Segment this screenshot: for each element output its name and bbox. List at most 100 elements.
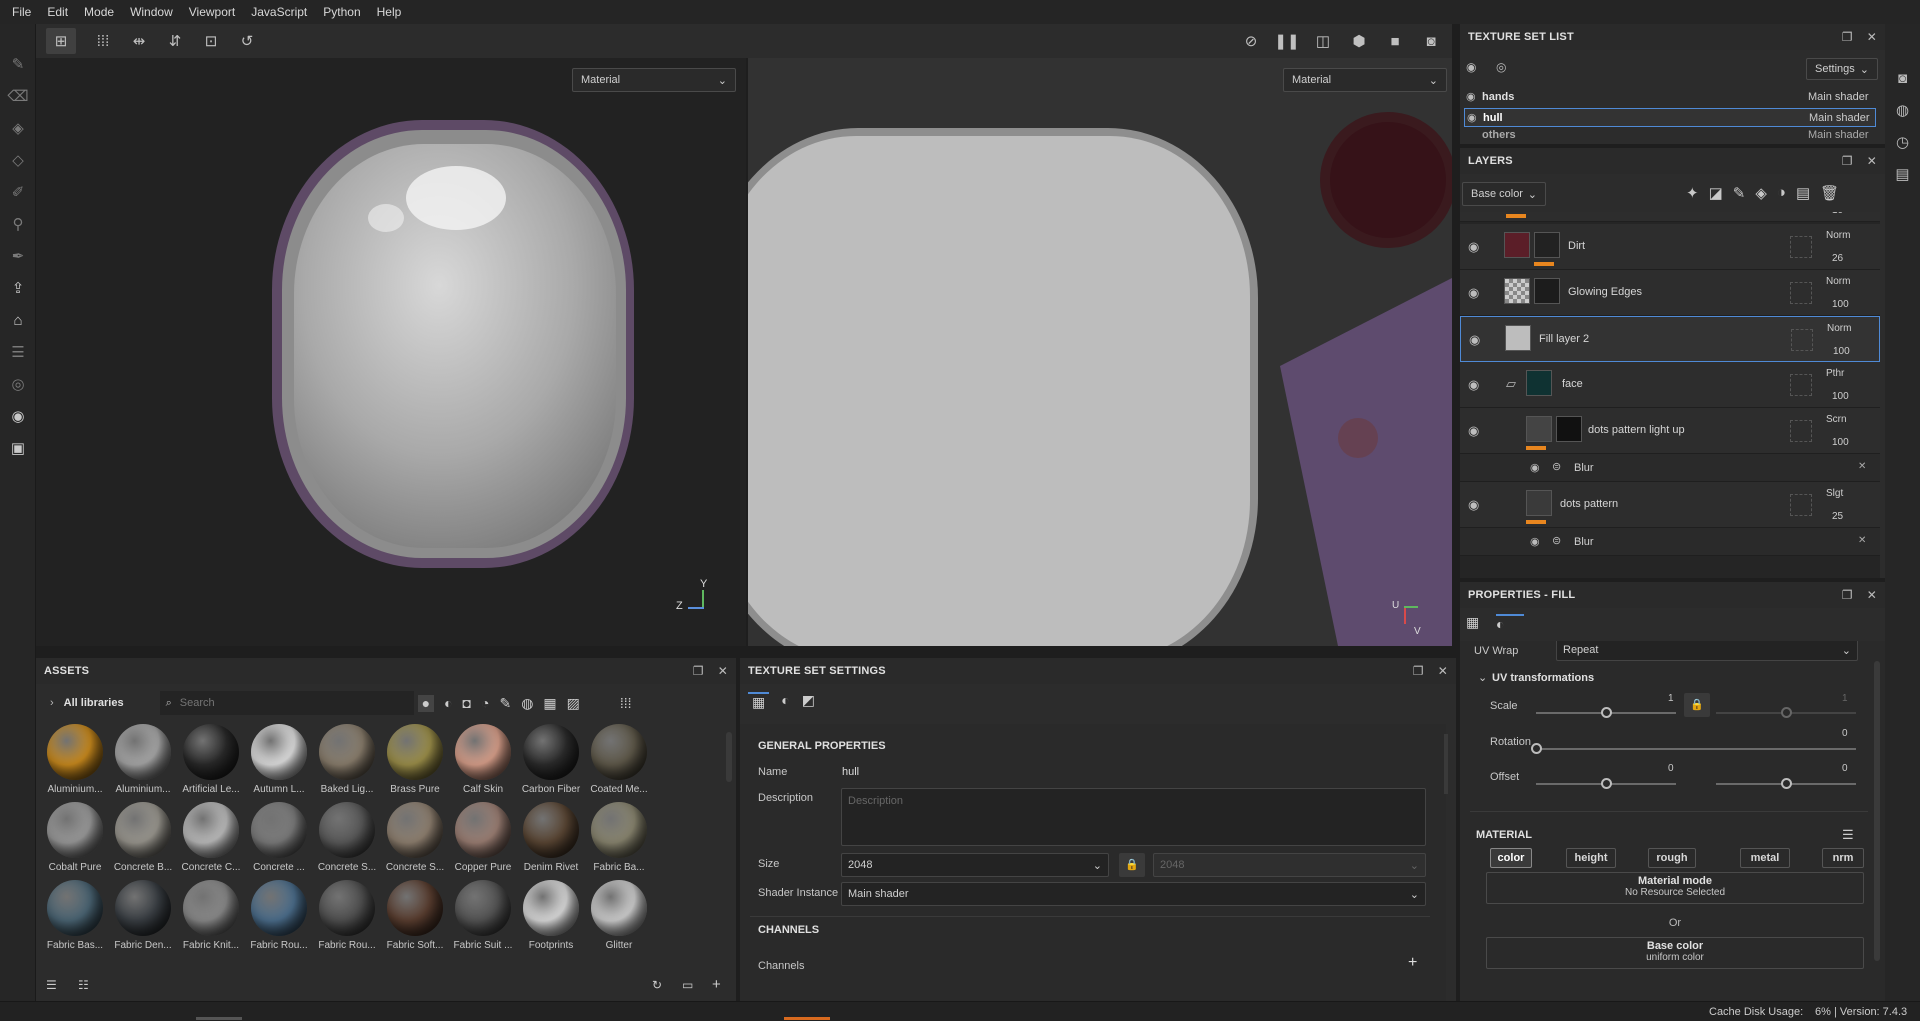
asset-tile[interactable]: Fabric Suit ...: [450, 880, 516, 951]
alphas-filter-icon[interactable]: ◍: [521, 695, 533, 712]
asset-tile[interactable]: Cobalt Pure: [42, 802, 108, 873]
asset-tile[interactable]: Glitter: [586, 880, 652, 951]
offset-knob-b[interactable]: [1781, 778, 1792, 789]
asset-tile[interactable]: Concrete S...: [314, 802, 380, 873]
channel-height-button[interactable]: height: [1566, 848, 1616, 868]
lock-icon[interactable]: 🔒: [1119, 853, 1145, 877]
log-icon[interactable]: ▤: [1885, 158, 1920, 190]
layer-blend[interactable]: Scrn: [1826, 414, 1847, 425]
layer-opacity[interactable]: 100: [1832, 437, 1849, 448]
viewport-right-mode-select[interactable]: Material ⌄: [1283, 68, 1447, 92]
menu-item[interactable]: Window: [122, 0, 181, 24]
fill-layer-icon[interactable]: ◈: [1755, 184, 1767, 202]
eye-icon[interactable]: ◉: [1530, 535, 1540, 548]
asset-tile[interactable]: Denim Rivet: [518, 802, 584, 873]
refresh-icon[interactable]: ↻: [652, 978, 662, 992]
texture-set-item-selected[interactable]: ◉ hull Main shader: [1464, 108, 1876, 127]
menu-item[interactable]: Help: [369, 0, 410, 24]
float-icon[interactable]: ❐: [1842, 30, 1853, 44]
asset-tile[interactable]: Fabric Rou...: [246, 880, 312, 951]
masks-filter-icon[interactable]: ◘: [463, 695, 471, 712]
layer-opacity[interactable]: 100: [1833, 346, 1850, 357]
asset-tile[interactable]: Copper Pure: [450, 802, 516, 873]
generators-filter-icon[interactable]: ◔: [481, 695, 489, 712]
asset-tile[interactable]: Carbon Fiber: [518, 724, 584, 795]
scrollbar[interactable]: [726, 732, 732, 782]
asset-tile[interactable]: Fabric Bas...: [42, 880, 108, 951]
chevron-right-icon[interactable]: ›: [50, 697, 54, 709]
viewport-3d[interactable]: Material ⌄ Y Z: [36, 58, 746, 646]
search-box[interactable]: ⌕: [159, 691, 414, 715]
menu-item[interactable]: JavaScript: [243, 0, 315, 24]
float-icon[interactable]: ❐: [1842, 154, 1853, 168]
layer-row-selected[interactable]: ◉ Fill layer 2 Norm 100: [1460, 316, 1880, 362]
eraser-icon[interactable]: ⌫: [0, 80, 36, 112]
float-icon[interactable]: ❐: [1413, 664, 1424, 678]
asset-tile[interactable]: Brass Pure: [382, 724, 448, 795]
layer-row[interactable]: ◉ Glowing Edges Norm 100: [1460, 270, 1880, 316]
effects-icon[interactable]: ✦: [1686, 184, 1699, 202]
menu-item[interactable]: Mode: [76, 0, 122, 24]
split-view-icon[interactable]: ◫: [1308, 28, 1338, 54]
eye-icon[interactable]: ◉: [1468, 239, 1479, 255]
search-input[interactable]: [179, 697, 380, 709]
asset-tile[interactable]: Artificial Le...: [178, 724, 244, 795]
float-icon[interactable]: ❐: [1842, 588, 1853, 602]
asset-tile[interactable]: Aluminium...: [42, 724, 108, 795]
display-settings-icon[interactable]: ☰: [0, 336, 36, 368]
scrollbar[interactable]: [1444, 734, 1448, 794]
brushes-filter-icon[interactable]: ✎: [499, 695, 511, 712]
layer-row-folder[interactable]: ◉ ▱ face Pthr 100: [1460, 362, 1880, 408]
add-channel-icon[interactable]: +: [1408, 954, 1417, 972]
settings-tab-icon[interactable]: ▦: [1466, 614, 1494, 638]
asset-tile[interactable]: Calf Skin: [450, 724, 516, 795]
bake-tab-icon[interactable]: ◐: [781, 692, 789, 711]
color-picker-icon[interactable]: ✒: [0, 240, 36, 272]
name-value[interactable]: hull: [842, 766, 859, 778]
eye-icon[interactable]: ◉: [1530, 461, 1540, 474]
asset-tile[interactable]: Coated Me...: [586, 724, 652, 795]
export-icon[interactable]: ⇪: [0, 272, 36, 304]
layer-row[interactable]: ◉ dots pattern light up Scrn 100: [1460, 408, 1880, 454]
polygon-fill-icon[interactable]: ◇: [0, 144, 36, 176]
asset-tile[interactable]: Fabric Soft...: [382, 880, 448, 951]
shader-instance-select[interactable]: Main shader ⌄: [841, 882, 1426, 906]
effect-row[interactable]: ◉ ⊜ Blur ✕: [1460, 454, 1880, 482]
materials-filter-icon[interactable]: ●: [417, 694, 435, 712]
eye-icon[interactable]: ◎: [1496, 60, 1506, 74]
channel-rough-button[interactable]: rough: [1648, 848, 1696, 868]
layer-opacity[interactable]: 26: [1832, 253, 1843, 264]
eye-icon[interactable]: ◉: [1469, 332, 1480, 348]
uv-tab-icon[interactable]: ◩: [802, 692, 815, 711]
menu-item[interactable]: Viewport: [181, 0, 243, 24]
uv-wrap-select[interactable]: Repeat ⌄: [1556, 641, 1858, 661]
add-frame-icon[interactable]: ⊡: [196, 28, 226, 54]
layer-blend[interactable]: Norm: [1826, 276, 1850, 287]
offset-knob-a[interactable]: [1601, 778, 1612, 789]
close-icon[interactable]: ✕: [1867, 154, 1877, 168]
asset-tile[interactable]: Fabric Ba...: [586, 802, 652, 873]
apps-grid-icon[interactable]: ⁞⁞⁞: [88, 28, 118, 54]
mask-icon[interactable]: ◪: [1709, 184, 1723, 202]
asset-tile[interactable]: Fabric Rou...: [314, 880, 380, 951]
material-tab-icon[interactable]: ◐: [1496, 614, 1524, 638]
layer-row[interactable]: ◉ Dirt Norm 26: [1460, 224, 1880, 270]
layer-opacity[interactable]: 100: [1832, 391, 1849, 402]
layer-row[interactable]: ◉ dots pattern Slgt 25: [1460, 482, 1880, 528]
close-icon[interactable]: ✕: [1858, 461, 1866, 472]
base-color-box[interactable]: Base color uniform color: [1486, 937, 1864, 969]
close-icon[interactable]: ✕: [718, 664, 728, 678]
description-field[interactable]: Description: [841, 788, 1426, 846]
smart-material-icon[interactable]: ◑: [1777, 184, 1786, 202]
eye-icon[interactable]: ◉: [1468, 423, 1479, 439]
bake-icon[interactable]: ⌂: [0, 304, 36, 336]
eye-icon[interactable]: ◉: [1467, 111, 1477, 124]
channel-metal-button[interactable]: metal: [1740, 848, 1790, 868]
asset-tile[interactable]: Baked Lig...: [314, 724, 380, 795]
cube-icon[interactable]: ▣: [0, 432, 36, 464]
asset-tile[interactable]: Aluminium...: [110, 724, 176, 795]
list-icon[interactable]: ☰: [46, 978, 57, 992]
texture-set-icon[interactable]: ◙: [1885, 62, 1920, 94]
asset-tile[interactable]: Fabric Den...: [110, 880, 176, 951]
grid-filter-icon[interactable]: ▦: [543, 695, 556, 712]
